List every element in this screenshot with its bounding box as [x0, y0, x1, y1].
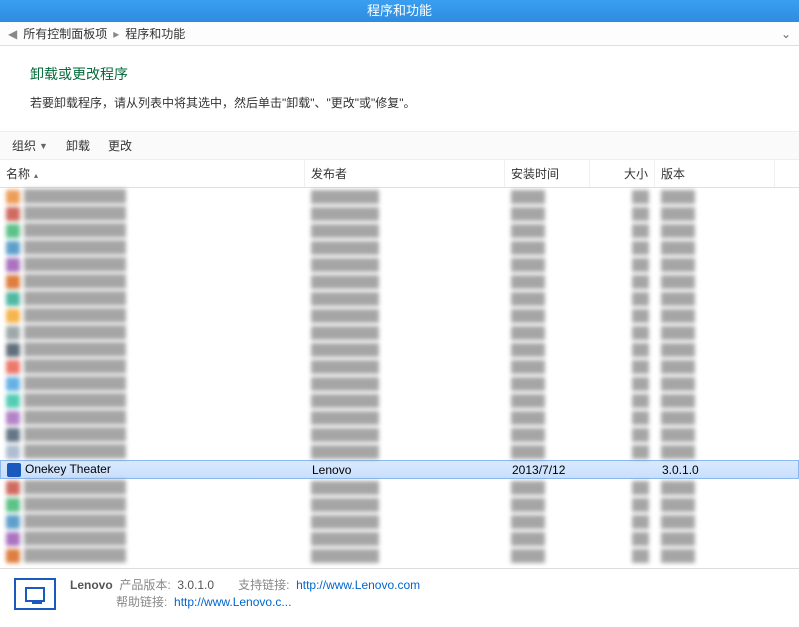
- toolbar: 组织▼ 卸载 更改: [0, 131, 799, 160]
- table-row[interactable]: ██████████████████████████████: [0, 222, 799, 239]
- app-icon: [6, 377, 20, 391]
- table-row[interactable]: ██████████████████████████████: [0, 496, 799, 513]
- table-row[interactable]: ██████████████████████████████: [0, 256, 799, 273]
- table-row[interactable]: ██████████████████████████████: [0, 392, 799, 409]
- table-row[interactable]: ██████████████████████████████: [0, 324, 799, 341]
- app-icon: [6, 445, 20, 459]
- app-icon: [6, 481, 20, 495]
- support-link[interactable]: http://www.Lenovo.com: [296, 578, 420, 592]
- app-icon: [6, 326, 20, 340]
- table-row[interactable]: ██████████████████████████████: [0, 479, 799, 496]
- app-icon: [6, 498, 20, 512]
- col-header-publisher[interactable]: 发布者: [305, 160, 505, 187]
- window-title: 程序和功能: [0, 0, 799, 22]
- table-row[interactable]: Onekey TheaterLenovo2013/7/123.0.1.0: [0, 460, 799, 479]
- app-icon: [6, 275, 20, 289]
- details-panel: Lenovo 产品版本: 3.0.1.0 支持链接: http://www.Le…: [0, 568, 799, 619]
- table-row[interactable]: ██████████████████████████████: [0, 358, 799, 375]
- table-row[interactable]: ██████████████████████████████: [0, 547, 799, 564]
- breadcrumb-root[interactable]: 所有控制面板项: [23, 25, 107, 42]
- app-icon: [6, 411, 20, 425]
- app-icon: [6, 190, 20, 204]
- back-chevron-icon[interactable]: ◀: [8, 27, 17, 41]
- table-row[interactable]: ██████████████████████████████: [0, 273, 799, 290]
- table-row[interactable]: ██████████████████████████████: [0, 530, 799, 547]
- app-icon: [6, 241, 20, 255]
- table-row[interactable]: ██████████████████████████████: [0, 426, 799, 443]
- table-row[interactable]: ██████████████████████████████: [0, 188, 799, 205]
- table-row[interactable]: ██████████████████████████████: [0, 205, 799, 222]
- col-header-name[interactable]: 名称▴: [0, 160, 305, 187]
- table-row[interactable]: ██████████████████████████████: [0, 290, 799, 307]
- page-heading: 卸载或更改程序: [30, 64, 769, 84]
- organize-button[interactable]: 组织▼: [12, 137, 48, 154]
- app-icon: [6, 224, 20, 238]
- app-icon: [6, 515, 20, 529]
- app-icon: [6, 394, 20, 408]
- table-row[interactable]: ██████████████████████████████: [0, 409, 799, 426]
- app-icon: [6, 292, 20, 306]
- app-icon: [7, 463, 21, 477]
- chevron-down-icon[interactable]: ⌄: [781, 27, 791, 41]
- sort-asc-icon: ▴: [34, 171, 38, 180]
- app-icon: [6, 549, 20, 563]
- col-header-date[interactable]: 安装时间: [505, 160, 590, 187]
- table-row[interactable]: ██████████████████████████████: [0, 513, 799, 530]
- table-row[interactable]: ██████████████████████████████: [0, 307, 799, 324]
- change-button[interactable]: 更改: [108, 137, 132, 154]
- col-header-size[interactable]: 大小: [590, 160, 655, 187]
- app-icon: [6, 428, 20, 442]
- app-icon: [6, 532, 20, 546]
- details-vendor: Lenovo: [70, 578, 113, 592]
- col-header-version[interactable]: 版本: [655, 160, 775, 187]
- uninstall-button[interactable]: 卸载: [66, 137, 90, 154]
- app-icon: [6, 343, 20, 357]
- breadcrumb-current[interactable]: 程序和功能: [125, 25, 185, 42]
- app-icon: [14, 578, 56, 610]
- table-row[interactable]: ██████████████████████████████: [0, 375, 799, 392]
- program-table: 名称▴ 发布者 安装时间 大小 版本 █████████████████████…: [0, 160, 799, 564]
- table-row[interactable]: ██████████████████████████████: [0, 443, 799, 460]
- table-row[interactable]: ██████████████████████████████: [0, 341, 799, 358]
- breadcrumb: ◀ 所有控制面板项 ▸ 程序和功能 ⌄: [0, 22, 799, 46]
- app-icon: [6, 309, 20, 323]
- chevron-right-icon: ▸: [113, 27, 119, 41]
- table-row[interactable]: ██████████████████████████████: [0, 239, 799, 256]
- app-icon: [6, 207, 20, 221]
- details-version: 3.0.1.0: [177, 578, 214, 592]
- app-icon: [6, 360, 20, 374]
- chevron-down-icon: ▼: [39, 141, 48, 151]
- page-subheading: 若要卸载程序，请从列表中将其选中，然后单击"卸载"、"更改"或"修复"。: [30, 94, 769, 111]
- app-icon: [6, 258, 20, 272]
- help-link[interactable]: http://www.Lenovo.c...: [174, 595, 291, 609]
